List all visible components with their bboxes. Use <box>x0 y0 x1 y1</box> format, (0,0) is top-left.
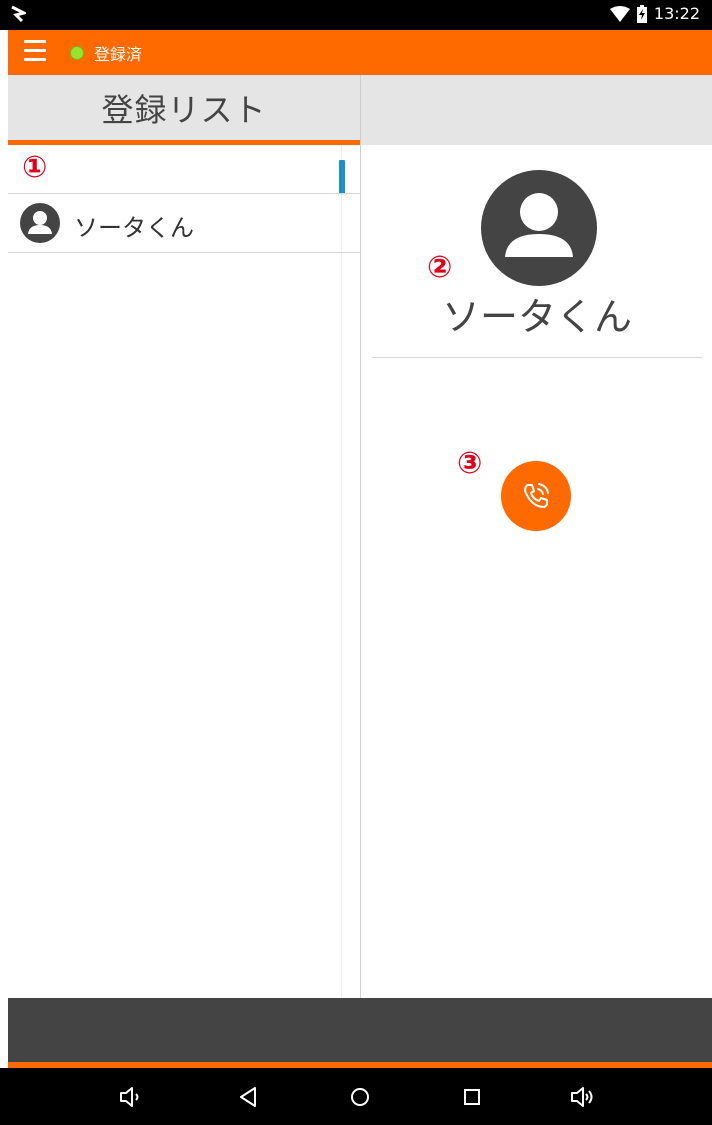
recents-icon[interactable] <box>459 1084 485 1110</box>
status-indicator-dot <box>70 46 84 60</box>
list-scrollbar[interactable] <box>339 160 345 194</box>
back-icon[interactable] <box>236 1084 262 1110</box>
contact-avatar-icon <box>481 170 597 286</box>
list-title: 登録リスト <box>101 90 267 129</box>
user-avatar-icon <box>20 203 60 243</box>
registration-status: 登録済 <box>94 45 143 64</box>
list-item-name: ソータくん <box>74 214 194 242</box>
list-scroll-track <box>341 145 342 998</box>
annotation-2: ② <box>427 250 453 285</box>
bottom-bar <box>8 998 712 1062</box>
app-bar: 登録済 <box>8 30 712 75</box>
annotation-1: ① <box>22 150 48 185</box>
list-item[interactable]: ソータくん <box>8 194 341 252</box>
annotation-3: ③ <box>457 446 483 481</box>
home-icon[interactable] <box>347 1084 373 1110</box>
list-header-underline <box>8 140 360 145</box>
list-header: 登録リスト <box>8 75 360 140</box>
status-icons: 13:22 <box>609 4 700 23</box>
navigation-bar <box>0 1068 712 1125</box>
detail-divider <box>372 357 702 358</box>
detail-header <box>361 75 712 145</box>
status-bar: 13:22 <box>0 0 712 30</box>
contact-name: ソータくん <box>441 295 632 339</box>
clock: 13:22 <box>653 4 700 23</box>
volume-down-icon[interactable] <box>118 1084 144 1110</box>
menu-icon[interactable] <box>24 40 46 64</box>
app-logo-icon <box>11 5 26 23</box>
list-divider <box>8 252 360 253</box>
call-button[interactable] <box>501 461 571 531</box>
volume-up-icon[interactable] <box>570 1084 596 1110</box>
panel-divider <box>360 75 361 998</box>
wifi-icon <box>609 5 630 22</box>
battery-charging-icon <box>636 4 647 23</box>
phone-call-icon <box>524 483 549 508</box>
